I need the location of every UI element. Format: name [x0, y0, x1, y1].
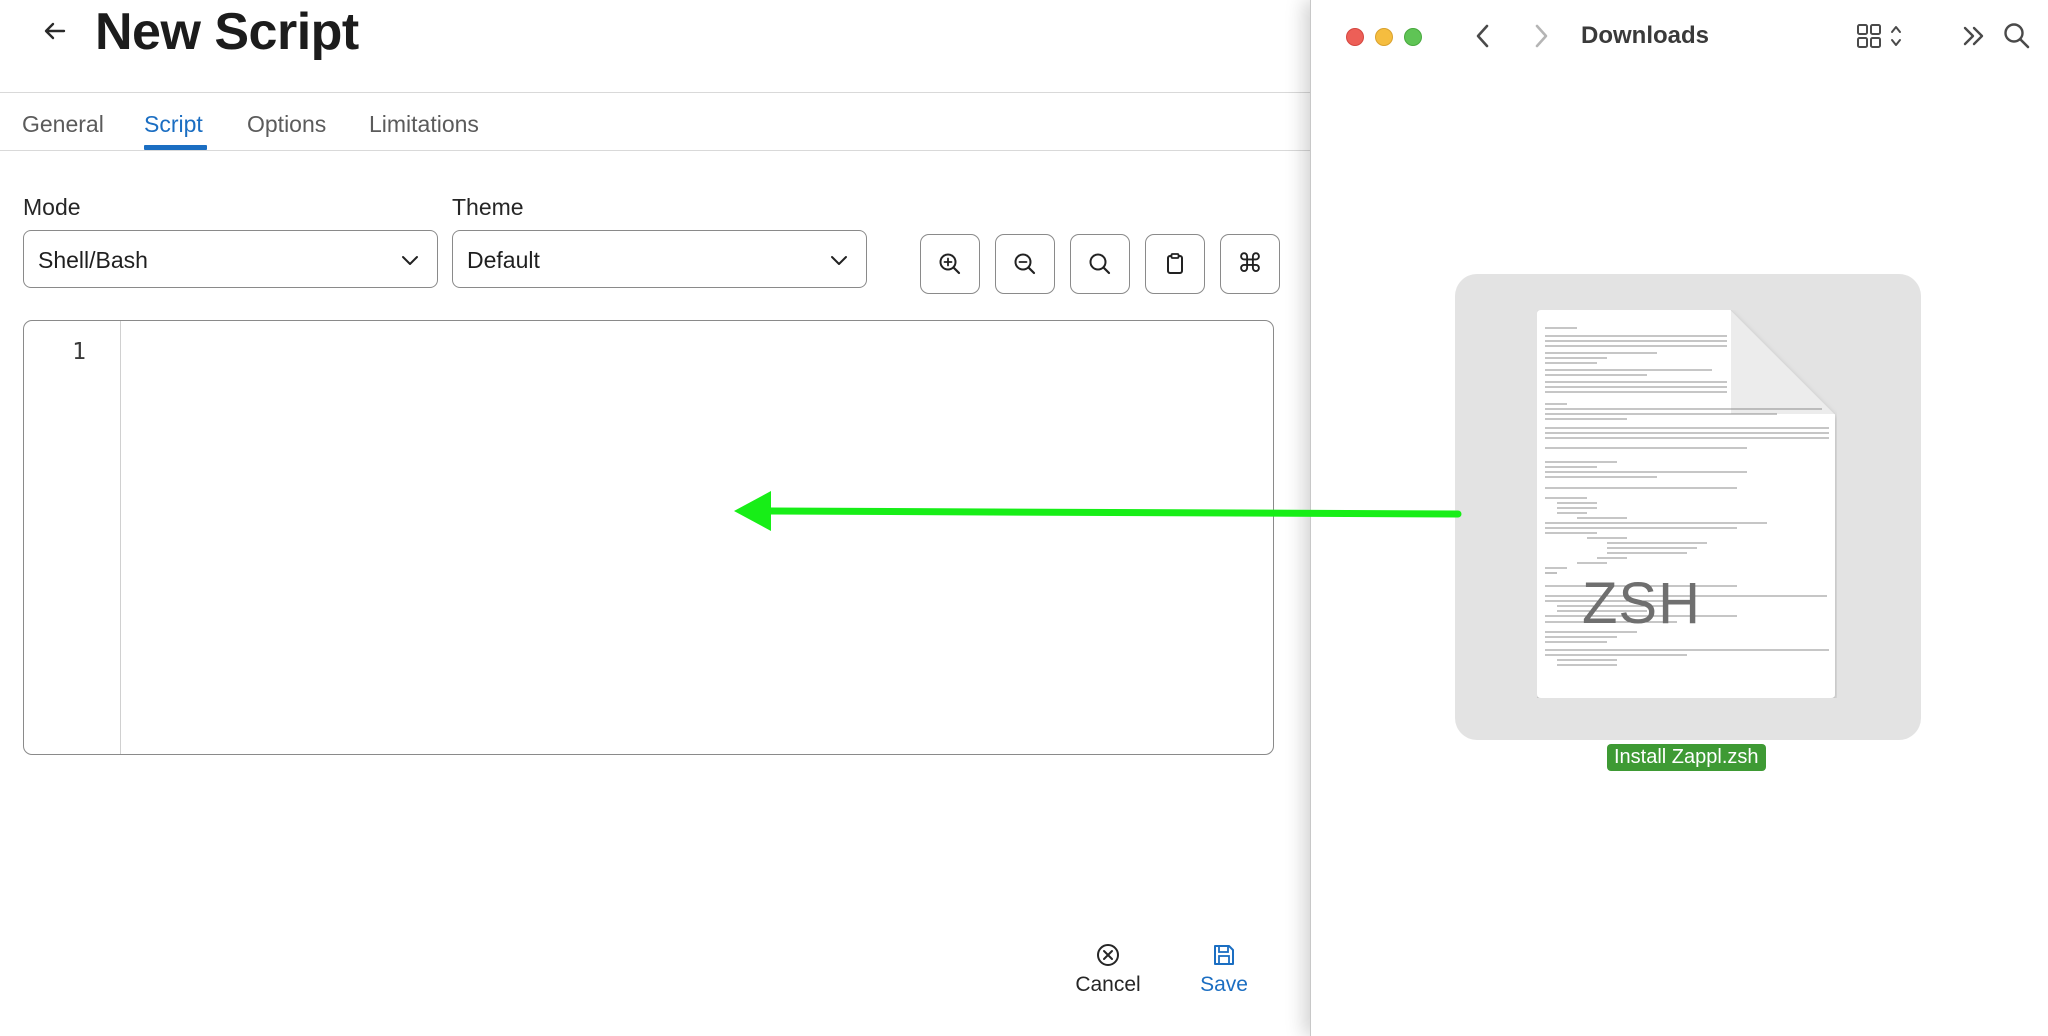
tab-options[interactable]: Options — [247, 111, 326, 138]
finder-forward-button[interactable] — [1525, 20, 1557, 52]
chevron-down-icon — [402, 256, 418, 265]
back-arrow-icon — [44, 22, 66, 40]
zoom-in-icon — [939, 253, 961, 275]
mode-label: Mode — [23, 194, 81, 220]
window-minimize-button[interactable] — [1375, 28, 1393, 46]
command-icon: ⌘ — [1237, 249, 1263, 279]
more-toolbar-button[interactable] — [1959, 20, 1989, 52]
search-icon — [2004, 23, 2030, 49]
clipboard-icon — [1167, 253, 1183, 274]
finder-back-button[interactable] — [1467, 20, 1499, 52]
grid-view-icon — [1857, 24, 1901, 48]
view-options-button[interactable] — [1855, 20, 1913, 52]
active-tab-indicator — [144, 145, 207, 150]
tab-limitations[interactable]: Limitations — [369, 111, 479, 138]
code-editor[interactable]: 1 — [23, 320, 1274, 755]
theme-label: Theme — [452, 194, 524, 220]
finder-window: Downloads ZSH Install Zappl.zsh — [1310, 0, 2048, 1036]
window-zoom-button[interactable] — [1404, 28, 1422, 46]
theme-select[interactable]: Default — [452, 230, 867, 288]
line-number-gutter: 1 — [24, 321, 121, 754]
script-editor-panel: New Script General Script Options Limita… — [0, 0, 1310, 1036]
page-title: New Script — [95, 3, 359, 61]
chevron-right-icon — [1535, 24, 1548, 48]
tab-bar: General Script Options Limitations — [0, 93, 1310, 151]
theme-value: Default — [467, 247, 540, 273]
code-input-area[interactable] — [122, 321, 1273, 754]
search-icon — [1089, 253, 1111, 275]
tab-general[interactable]: General — [22, 111, 104, 138]
finder-title: Downloads — [1581, 22, 1710, 49]
command-button[interactable]: ⌘ — [1220, 234, 1280, 294]
mode-value: Shell/Bash — [38, 247, 148, 273]
cancel-button[interactable]: Cancel — [1072, 942, 1144, 997]
file-name-label[interactable]: Install Zappl.zsh — [1607, 744, 1766, 771]
finder-search-button[interactable] — [2001, 20, 2033, 52]
mode-select[interactable]: Shell/Bash — [23, 230, 438, 288]
zoom-in-button[interactable] — [920, 234, 980, 294]
zsh-document-icon — [1537, 310, 1836, 698]
window-close-button[interactable] — [1346, 28, 1364, 46]
double-chevron-right-icon — [1963, 26, 1984, 46]
clipboard-button[interactable] — [1145, 234, 1205, 294]
line-number: 1 — [72, 339, 86, 365]
zoom-out-button[interactable] — [995, 234, 1055, 294]
cancel-icon — [1097, 944, 1119, 966]
save-label: Save — [1200, 973, 1248, 996]
back-button[interactable] — [38, 14, 72, 48]
file-item-install-zappl[interactable]: ZSH — [1455, 274, 1921, 740]
save-icon — [1214, 945, 1234, 965]
tab-script[interactable]: Script — [144, 111, 203, 138]
save-button[interactable]: Save — [1196, 942, 1252, 997]
search-button[interactable] — [1070, 234, 1130, 294]
file-type-badge: ZSH — [1582, 571, 1701, 636]
chevron-down-icon — [831, 256, 847, 265]
cancel-label: Cancel — [1075, 973, 1141, 996]
zoom-out-icon — [1014, 253, 1036, 275]
chevron-left-icon — [1476, 24, 1489, 48]
